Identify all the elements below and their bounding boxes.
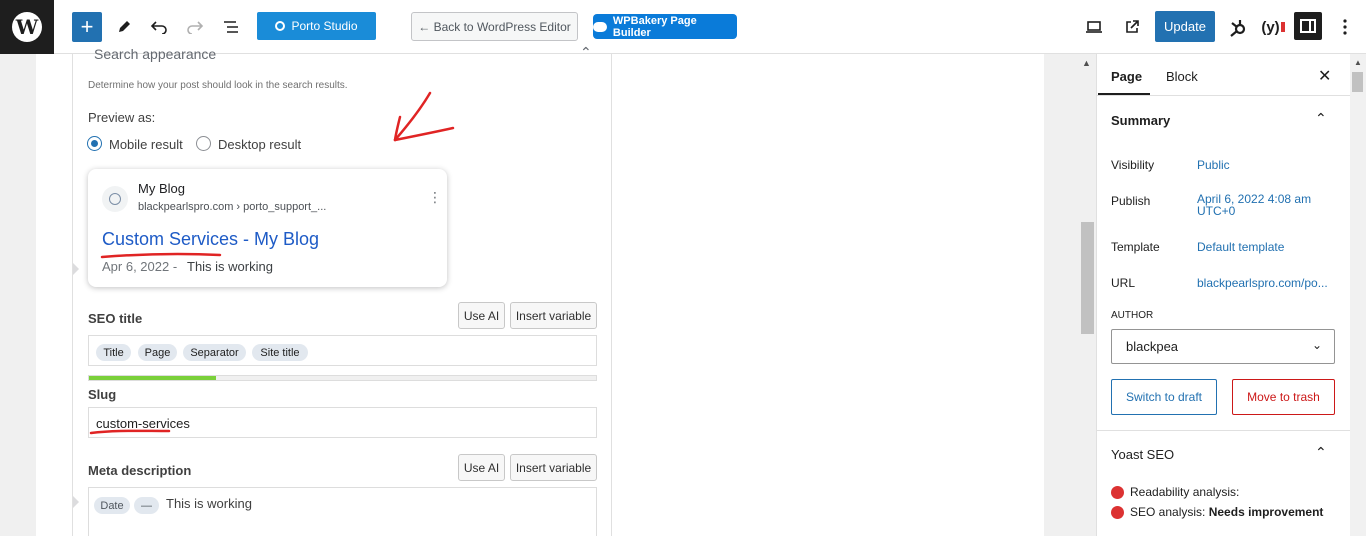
seo-title-label: SEO title xyxy=(88,311,143,326)
readability-analysis-label[interactable]: Readability analysis: xyxy=(1130,485,1239,499)
meta-description-use-ai-button[interactable]: Use AI xyxy=(458,454,505,481)
serp-description: This is working xyxy=(187,259,273,274)
search-appearance-heading[interactable]: Search appearance xyxy=(94,46,216,62)
mobile-result-radio[interactable] xyxy=(87,136,102,151)
summary-collapse-chevron-icon[interactable]: ⌃ xyxy=(1315,110,1327,127)
variable-pill-date[interactable]: Date xyxy=(94,497,130,514)
collapse-chevron-icon[interactable]: ⌃ xyxy=(580,44,592,61)
visibility-value[interactable]: Public xyxy=(1197,159,1230,171)
readability-sad-face-icon xyxy=(1111,486,1124,499)
serp-more-options-icon: ⋮ xyxy=(428,189,442,205)
template-value[interactable]: Default template xyxy=(1197,241,1284,253)
chevron-down-icon: ⌄ xyxy=(1311,338,1322,352)
move-to-trash-button[interactable]: Move to trash xyxy=(1232,379,1335,415)
slug-label: Slug xyxy=(88,387,117,402)
serp-date: Apr 6, 2022 - xyxy=(102,259,178,274)
variable-pill-title[interactable]: Title xyxy=(96,344,131,361)
tab-page[interactable]: Page xyxy=(1111,69,1142,84)
sidebar-scrollbar[interactable]: ▲ xyxy=(1350,54,1366,536)
redo-icon[interactable] xyxy=(180,12,210,42)
editor-scrollbar-thumb[interactable] xyxy=(1081,222,1094,334)
variable-pill-separator[interactable]: Separator xyxy=(183,344,246,361)
seo-analysis-sad-face-icon xyxy=(1111,506,1124,519)
view-page-external-icon[interactable] xyxy=(1117,12,1147,42)
close-sidebar-icon[interactable]: ✕ xyxy=(1318,66,1331,86)
author-label: AUTHOR xyxy=(1111,310,1154,321)
search-appearance-description: Determine how your post should look in t… xyxy=(88,80,348,91)
options-menu-icon[interactable] xyxy=(1330,12,1360,42)
tab-block[interactable]: Block xyxy=(1166,69,1198,84)
porto-studio-button[interactable]: Porto Studio xyxy=(257,12,376,40)
yoast-seo-heading[interactable]: Yoast SEO xyxy=(1111,447,1174,462)
update-button[interactable]: Update xyxy=(1155,11,1215,42)
collapse-arrow-icon xyxy=(73,263,79,275)
back-to-wordpress-editor-button[interactable]: ← Back to WordPress Editor xyxy=(411,12,578,41)
url-value[interactable]: blackpearlspro.com/po... xyxy=(1197,277,1328,289)
mobile-result-label[interactable]: Mobile result xyxy=(109,137,183,152)
porto-icon xyxy=(275,21,286,31)
slug-value[interactable]: custom-services xyxy=(96,416,190,431)
yoast-collapse-chevron-icon[interactable]: ⌃ xyxy=(1315,444,1327,461)
seo-title-progress-fill xyxy=(89,376,216,380)
wordpress-logo-icon[interactable]: W xyxy=(0,0,54,54)
variable-pill-page[interactable]: Page xyxy=(138,344,177,361)
template-label: Template xyxy=(1111,240,1160,254)
meta-description-input[interactable] xyxy=(88,487,597,536)
author-select[interactable]: blackpea ⌄ xyxy=(1111,329,1335,364)
desktop-result-radio[interactable] xyxy=(196,136,211,151)
hubspot-icon[interactable] xyxy=(1223,12,1253,42)
preview-desktop-icon[interactable] xyxy=(1079,12,1109,42)
yoast-icon[interactable]: (y) xyxy=(1258,12,1288,42)
desktop-result-label[interactable]: Desktop result xyxy=(218,137,301,152)
switch-to-draft-button[interactable]: Switch to draft xyxy=(1111,379,1217,415)
url-label: URL xyxy=(1111,276,1136,290)
seo-analysis-line[interactable]: SEO analysis: Needs improvement xyxy=(1130,505,1323,519)
undo-icon[interactable] xyxy=(144,12,174,42)
wpbakery-cloud-icon xyxy=(593,21,607,32)
site-favicon-globe-icon xyxy=(102,186,128,212)
seo-title-use-ai-button[interactable]: Use AI xyxy=(458,302,505,329)
summary-heading[interactable]: Summary xyxy=(1111,113,1170,128)
add-block-button[interactable]: + xyxy=(72,12,102,42)
meta-description-insert-variable-button[interactable]: Insert variable xyxy=(510,454,597,481)
collapse-arrow-icon xyxy=(73,496,79,508)
publish-label: Publish xyxy=(1111,194,1151,208)
pencil-tools-icon[interactable] xyxy=(109,12,139,42)
publish-date-value[interactable]: April 6, 2022 4:08 am UTC+0 xyxy=(1197,193,1311,217)
wpbakery-page-builder-button[interactable]: WPBakery Page Builder xyxy=(593,14,737,39)
serp-site-name: My Blog xyxy=(138,181,185,196)
visibility-label: Visibility xyxy=(1111,158,1155,172)
seo-title-length-progress xyxy=(88,375,597,381)
document-overview-icon[interactable] xyxy=(216,12,246,42)
variable-pill-separator[interactable]: — xyxy=(134,497,159,514)
scroll-up-arrow-icon[interactable]: ▲ xyxy=(1082,58,1091,68)
serp-url: blackpearlspro.com › porto_support_... xyxy=(138,201,327,213)
preview-as-label: Preview as: xyxy=(88,110,156,125)
meta-description-text[interactable]: This is working xyxy=(166,496,252,511)
meta-description-label: Meta description xyxy=(88,463,192,478)
variable-pill-site-title[interactable]: Site title xyxy=(252,344,308,361)
settings-sidebar-toggle-icon[interactable] xyxy=(1294,12,1322,40)
serp-title: Custom Services - My Blog xyxy=(102,229,320,249)
seo-title-insert-variable-button[interactable]: Insert variable xyxy=(510,302,597,329)
